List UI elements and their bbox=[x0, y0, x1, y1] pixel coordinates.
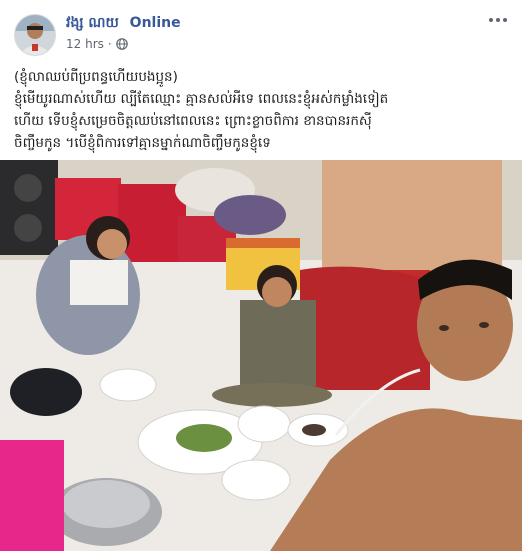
post-text-line: ហើយ ទើបខ្ញុំសម្រេចចិត្តឈប់នៅពេលនេះ ព្រោះ… bbox=[14, 113, 372, 129]
more-dots-icon bbox=[489, 18, 493, 22]
author-avatar[interactable] bbox=[14, 14, 56, 56]
facebook-post: វង្ស ណយ Online 12 hrs · (ខ្ញុំលាឈប់ពីប្រ… bbox=[0, 0, 522, 551]
online-status: Online bbox=[129, 15, 181, 31]
avatar-image bbox=[15, 15, 55, 55]
author-name[interactable]: វង្ស ណយ bbox=[66, 15, 119, 31]
more-options-button[interactable] bbox=[486, 14, 510, 26]
post-text-line: ខ្ញុំមើយូរណាស់ហើយ ល្បីតែឈ្មោះ គ្មានសល់អី… bbox=[14, 91, 389, 107]
dot-separator: · bbox=[107, 37, 112, 51]
globe-icon[interactable] bbox=[115, 38, 128, 50]
family-meal-photo bbox=[0, 160, 522, 551]
post-meta: 12 hrs · bbox=[66, 37, 128, 51]
post-text-line: (ខ្ញុំលាឈប់ពីប្រពន្ធហើយបងប្អូន) bbox=[14, 69, 178, 85]
post-body: (ខ្ញុំលាឈប់ពីប្រពន្ធហើយបងប្អូន) ខ្ញុំមើយ… bbox=[14, 66, 510, 154]
post-text-line: ចិញ្ចឹមកូន ។បើខ្ញុំពិការទៅគ្មានម្នាក់ណាច… bbox=[14, 135, 271, 151]
post-photo[interactable] bbox=[0, 160, 522, 551]
more-dot bbox=[503, 18, 507, 22]
author-line: វង្ស ណយ Online bbox=[66, 13, 181, 34]
more-dot bbox=[496, 18, 500, 22]
post-time[interactable]: 12 hrs bbox=[66, 37, 104, 51]
